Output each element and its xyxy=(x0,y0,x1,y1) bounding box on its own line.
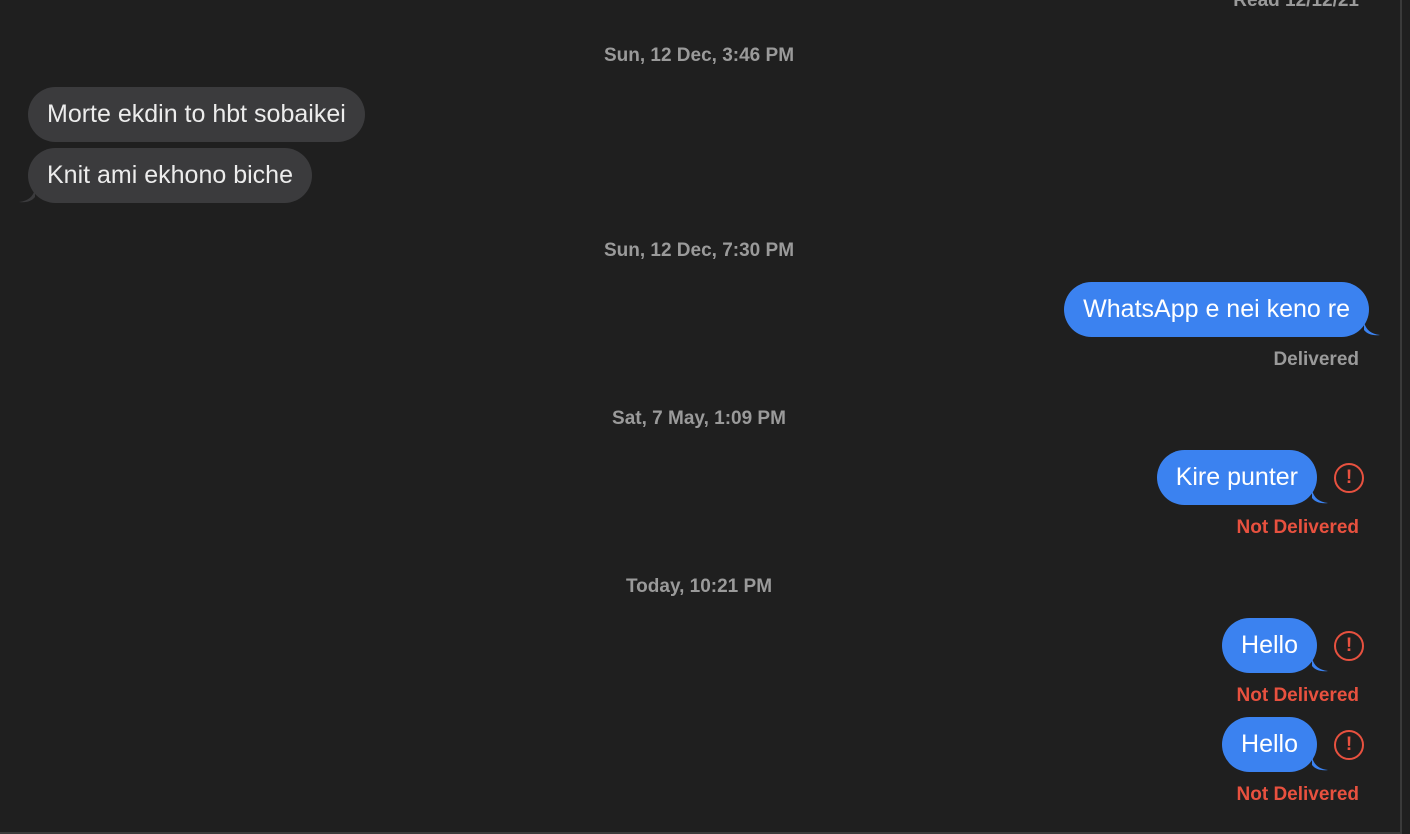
delivery-status: Not Delivered xyxy=(1236,685,1359,706)
timestamp: Sun, 12 Dec, 3:46 PM xyxy=(603,45,795,66)
delivery-status: Delivered xyxy=(1273,349,1359,370)
outgoing-message-bubble[interactable]: Hello xyxy=(1222,717,1317,772)
outgoing-message-bubble[interactable]: Hello xyxy=(1222,618,1317,673)
message-transcript[interactable]: Read 12/12/21 Sun, 12 Dec, 3:46 PM Morte… xyxy=(0,0,1400,832)
outgoing-message-bubble[interactable]: WhatsApp e nei keno re xyxy=(1064,282,1369,337)
timestamp: Sun, 12 Dec, 7:30 PM xyxy=(603,240,795,261)
read-receipt: Read 12/12/21 xyxy=(1233,0,1359,11)
exclamation-circle-icon[interactable]: ! xyxy=(1334,730,1364,760)
outgoing-bubble-tail xyxy=(1312,490,1328,504)
outgoing-bubble-tail xyxy=(1312,658,1328,672)
timestamp: Today, 10:21 PM xyxy=(625,576,773,597)
exclamation-circle-icon[interactable]: ! xyxy=(1334,631,1364,661)
outgoing-message-bubble[interactable]: Kire punter xyxy=(1156,450,1317,505)
delivery-status: Not Delivered xyxy=(1236,517,1359,538)
delivery-status: Not Delivered xyxy=(1236,784,1359,805)
incoming-message-bubble[interactable]: Knit ami ekhono biche xyxy=(28,148,312,203)
outgoing-bubble-tail xyxy=(1312,757,1328,771)
exclamation-circle-icon[interactable]: ! xyxy=(1334,463,1364,493)
incoming-bubble-tail xyxy=(19,189,35,203)
window-divider xyxy=(1400,0,1402,834)
timestamp: Sat, 7 May, 1:09 PM xyxy=(612,408,786,429)
outgoing-bubble-tail xyxy=(1364,322,1380,336)
incoming-message-bubble[interactable]: Morte ekdin to hbt sobaikei xyxy=(28,87,365,142)
